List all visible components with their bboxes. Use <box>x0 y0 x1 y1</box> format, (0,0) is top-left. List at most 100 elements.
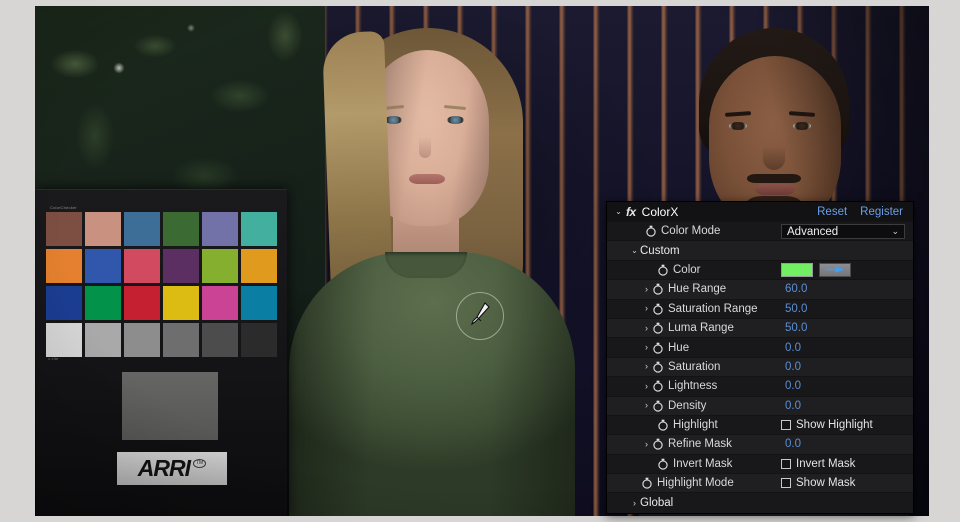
color-patch-9 <box>124 249 160 283</box>
property-value[interactable]: 50.0 <box>785 303 807 315</box>
color-patch-1 <box>46 212 82 246</box>
property-row-refine-mask[interactable]: › Refine Mask 0.0 <box>607 435 913 455</box>
show-highlight-label: Show Highlight <box>796 419 873 432</box>
property-value[interactable]: 0.0 <box>785 380 801 392</box>
show-highlight-checkbox[interactable] <box>781 420 791 431</box>
property-row-hue-range[interactable]: › Hue Range 60.0 <box>607 280 913 300</box>
color-patch-5 <box>202 212 238 246</box>
group-row-global[interactable]: › Global <box>607 493 913 513</box>
effect-twirl-icon[interactable]: ⌄ <box>613 207 624 216</box>
stopwatch-icon[interactable] <box>652 322 664 334</box>
subject-left <box>281 24 581 516</box>
subject-right-eye-left <box>729 122 747 130</box>
property-value[interactable]: 0.0 <box>785 342 801 354</box>
custom-group-label: Custom <box>640 244 680 257</box>
custom-twirl-icon[interactable]: ⌄ <box>629 246 640 255</box>
color-patch-16 <box>163 286 199 320</box>
color-patch-24 <box>241 323 277 357</box>
property-value[interactable]: 0.0 <box>785 361 801 373</box>
invert-mask-label: Invert Mask <box>673 457 733 470</box>
refine-mask-value[interactable]: 0.0 <box>785 438 801 450</box>
stopwatch-icon[interactable] <box>652 380 664 392</box>
effect-name-label: ColorX <box>641 204 679 219</box>
color-patch-2 <box>85 212 121 246</box>
stopwatch-icon[interactable] <box>657 419 669 431</box>
color-mode-label: Color Mode <box>661 225 721 238</box>
subject-right-mouth <box>755 184 795 195</box>
fx-icon: fx <box>626 204 636 219</box>
effect-header-row[interactable]: ⌄ fx ColorX Reset Register <box>607 202 913 222</box>
color-patch-3 <box>124 212 160 246</box>
stopwatch-icon[interactable] <box>641 477 653 489</box>
color-patch-4 <box>163 212 199 246</box>
subject-right-nose <box>763 136 785 170</box>
property-label: Hue <box>668 341 690 354</box>
subject-right-mustache <box>747 174 801 183</box>
property-twirl-icon[interactable]: › <box>641 284 652 294</box>
color-patch-12 <box>241 249 277 283</box>
property-twirl-icon[interactable]: › <box>641 381 652 391</box>
stopwatch-icon[interactable] <box>652 361 664 373</box>
color-patch-8 <box>85 249 121 283</box>
property-twirl-icon[interactable]: › <box>641 362 652 371</box>
property-row-hue[interactable]: › Hue 0.0 <box>607 338 913 358</box>
stopwatch-icon[interactable] <box>657 458 669 470</box>
invert-mask-checkbox[interactable] <box>781 458 791 469</box>
stopwatch-icon[interactable] <box>652 400 664 412</box>
property-twirl-icon[interactable]: › <box>641 323 652 333</box>
global-twirl-icon[interactable]: › <box>629 498 640 508</box>
register-button[interactable]: Register <box>860 206 903 218</box>
stopwatch-icon[interactable] <box>645 225 657 237</box>
effect-controls-panel[interactable]: ⌄ fx ColorX Reset Register Color Mode Ad… <box>606 201 914 514</box>
stopwatch-icon[interactable] <box>652 438 664 451</box>
stopwatch-icon[interactable] <box>652 283 664 296</box>
stopwatch-icon[interactable] <box>657 264 669 276</box>
property-row-highlight-mode[interactable]: Highlight Mode Show Mask <box>607 474 913 494</box>
show-mask-checkbox[interactable] <box>781 478 791 489</box>
property-row-saturation-range[interactable]: › Saturation Range 50.0 <box>607 299 913 319</box>
property-row-density[interactable]: › Density 0.0 <box>607 396 913 416</box>
screenshot-root: ColorChecker x-rite ARRI TM ⌄ fx ColorX <box>0 0 960 522</box>
eyedropper-button[interactable] <box>819 262 851 277</box>
show-mask-label: Show Mask <box>796 477 856 490</box>
stopwatch-icon[interactable] <box>652 303 664 315</box>
property-row-color[interactable]: Color <box>607 260 913 281</box>
property-row-color-mode[interactable]: Color Mode Advanced ⌄ <box>607 222 913 242</box>
property-twirl-icon[interactable]: › <box>641 304 652 313</box>
color-patch-10 <box>163 249 199 283</box>
group-row-custom[interactable]: ⌄ Custom <box>607 241 913 261</box>
reset-button[interactable]: Reset <box>817 206 847 218</box>
property-label: Lightness <box>668 380 718 393</box>
stopwatch-icon[interactable] <box>652 342 664 354</box>
color-checker-gray-patch <box>122 372 218 440</box>
eyedropper-cursor <box>469 301 491 327</box>
color-patch-20 <box>85 323 121 357</box>
color-patch-7 <box>46 249 82 283</box>
property-value[interactable]: 60.0 <box>785 283 807 295</box>
subject-left-mouth <box>409 174 445 184</box>
property-row-saturation[interactable]: › Saturation 0.0 <box>607 357 913 378</box>
property-label: Hue Range <box>668 283 727 296</box>
eyedropper-icon <box>824 266 844 273</box>
color-mode-dropdown[interactable]: Advanced ⌄ <box>781 224 905 239</box>
property-label: Saturation <box>668 360 721 373</box>
refine-mask-label: Refine Mask <box>668 438 732 451</box>
property-row-highlight[interactable]: Highlight Show Highlight <box>607 415 913 436</box>
property-label: Saturation Range <box>668 302 758 315</box>
color-patch-23 <box>202 323 238 357</box>
color-swatch[interactable] <box>781 262 813 277</box>
property-row-invert-mask[interactable]: Invert Mask Invert Mask <box>607 454 913 475</box>
property-value[interactable]: 50.0 <box>785 322 807 334</box>
property-twirl-icon[interactable]: › <box>641 343 652 352</box>
property-row-lightness[interactable]: › Lightness 0.0 <box>607 377 913 397</box>
property-value[interactable]: 0.0 <box>785 400 801 412</box>
color-label: Color <box>673 263 701 276</box>
subject-left-eye-left <box>385 116 402 124</box>
subject-left-sweater <box>289 252 575 516</box>
property-twirl-icon[interactable]: › <box>641 401 652 410</box>
color-patch-15 <box>124 286 160 320</box>
property-label: Density <box>668 399 707 412</box>
color-patch-19 <box>46 323 82 357</box>
property-row-luma-range[interactable]: › Luma Range 50.0 <box>607 318 913 339</box>
refine-mask-twirl-icon[interactable]: › <box>641 439 652 449</box>
